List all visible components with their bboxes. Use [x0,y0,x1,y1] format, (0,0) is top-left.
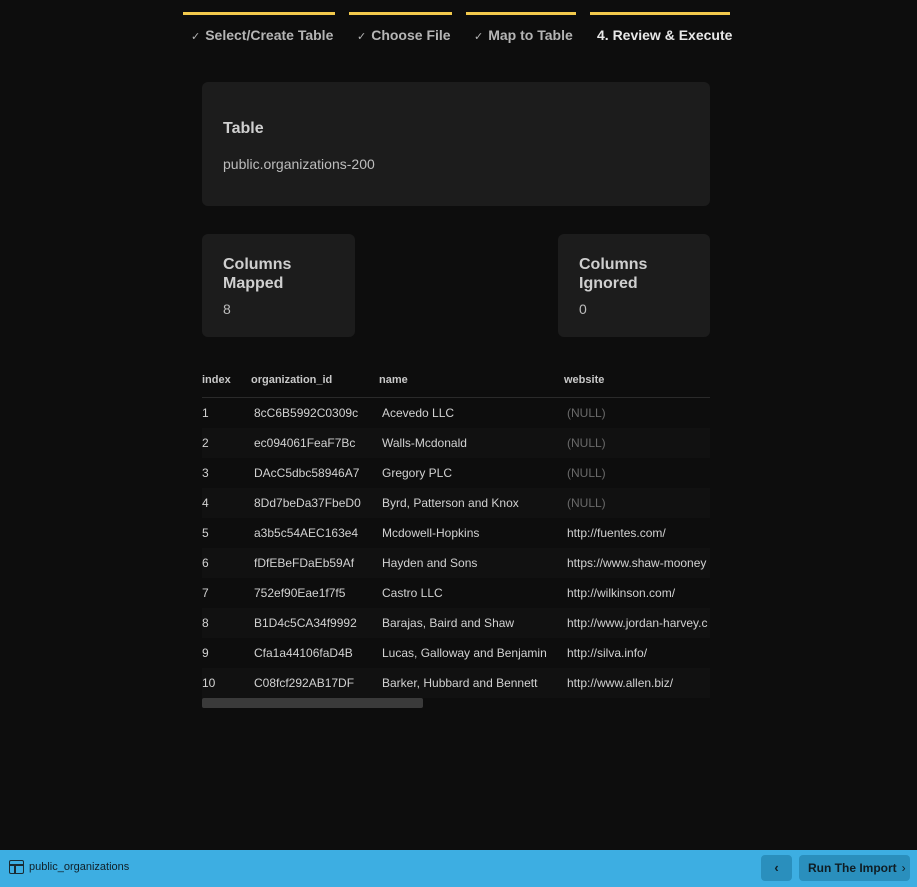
cell-website: (NULL) [567,466,606,480]
cell-name: Gregory PLC [382,466,453,480]
cell-name: Walls-Mcdonald [382,436,467,450]
column-header-organization-id[interactable]: organization_id [251,374,332,386]
cell-organization-id: 8Dd7beDa37FbeD0 [254,496,361,510]
column-header-website[interactable]: website [564,374,604,386]
cell-website: (NULL) [567,406,606,420]
table-row[interactable]: 5 a3b5c54AEC163e4 Mcdowell-Hopkins http://f… [202,518,710,548]
chevron-left-icon: ‹ [774,860,779,875]
horizontal-scrollbar[interactable] [202,698,423,708]
table-body: 1 8cC6B5992C0309c Acevedo LLC (NULL) 2 ec0940… [202,398,710,698]
cell-index: 8 [202,616,209,630]
cell-index: 4 [202,496,209,510]
cell-organization-id: Cfa1a44106faD4B [254,646,353,660]
cell-website: (NULL) [567,436,606,450]
chevron-right-icon: › [901,861,906,875]
table-icon [9,860,24,874]
cell-organization-id: a3b5c54AEC163e4 [254,526,359,540]
cell-website: https://www.shaw-mooney [567,556,707,570]
cell-index: 5 [202,526,209,540]
cell-organization-id: 8cC6B5992C0309c [254,406,359,420]
table-header-row: index organization_id name website [202,364,710,398]
step-label: Select/Create Table [205,27,334,43]
table-row[interactable]: 9 Cfa1a44106faD4B Lucas, Galloway and Benj… [202,638,710,668]
columns-ignored-title: Columns Ignored [579,256,648,292]
table-card-value: public.organizations-200 [223,156,375,172]
columns-mapped-title: Columns Mapped [223,256,292,292]
cell-name: Lucas, Galloway and Benjamin [382,646,547,660]
columns-mapped-card: Columns Mapped 8 [202,234,355,337]
cell-website: http://fuentes.com/ [567,526,666,540]
cell-organization-id: DAcC5dbc58946A7 [254,466,360,480]
table-row[interactable]: 7 752ef90Eae1f7f5 Castro LLC http://wilkins… [202,578,710,608]
cell-organization-id: 752ef90Eae1f7f5 [254,586,346,600]
back-button[interactable]: ‹ [761,855,792,881]
columns-ignored-card: Columns Ignored 0 [558,234,710,337]
step-review-execute[interactable]: 4. Review & Execute [590,12,733,46]
cell-website: http://wilkinson.com/ [567,586,676,600]
cell-organization-id: C08fcf292AB17DF [254,676,355,690]
step-label: Choose File [371,27,451,43]
cell-index: 7 [202,586,209,600]
columns-mapped-value: 8 [223,301,231,317]
table-row[interactable]: 8 B1D4c5CA34f9992 Barajas, Baird and Shaw h… [202,608,710,638]
table-row[interactable]: 2 ec094061FeaF7Bc Walls-Mcdonald (NULL) [202,428,710,458]
run-import-label: Run The Import [808,861,897,875]
cell-website: (NULL) [567,496,606,510]
cell-organization-id: B1D4c5CA34f9992 [254,616,357,630]
cell-name: Byrd, Patterson and Knox [382,496,519,510]
cell-name: Mcdowell-Hopkins [382,526,480,540]
column-header-index[interactable]: index [202,374,231,386]
step-label: 4. Review & Execute [597,27,733,43]
cell-name: Barker, Hubbard and Bennett [382,676,538,690]
cell-index: 2 [202,436,209,450]
table-card-title: Table [223,120,264,137]
cell-website: http://www.jordan-harvey.c [567,616,708,630]
table-row[interactable]: 3 DAcC5dbc58946A7 Gregory PLC (NULL) [202,458,710,488]
check-icon: ✓ [191,31,201,43]
footer-table-name: public_organizations [29,861,130,873]
table-summary-card: Table public.organizations-200 [202,82,710,206]
cell-index: 10 [202,676,216,690]
cell-website: http://silva.info/ [567,646,648,660]
column-header-name[interactable]: name [379,374,408,386]
cell-name: Hayden and Sons [382,556,478,570]
run-import-button[interactable]: Run The Import › [799,855,910,881]
check-icon: ✓ [357,31,367,43]
import-stepper: ✓ Select/Create Table ✓ Choose File ✓ Map t… [0,12,917,52]
cell-organization-id: ec094061FeaF7Bc [254,436,356,450]
cell-organization-id: fDfEBeFDaEb59Af [254,556,355,570]
table-row[interactable]: 6 fDfEBeFDaEb59Af Hayden and Sons https://w… [202,548,710,578]
columns-ignored-value: 0 [579,301,587,317]
cell-name: Barajas, Baird and Shaw [382,616,515,630]
step-label: Map to Table [488,27,573,43]
cell-name: Castro LLC [382,586,443,600]
table-row[interactable]: 10 C08fcf292AB17DF Barker, Hubbard and Ben… [202,668,710,698]
step-choose-file[interactable]: ✓ Choose File [349,12,452,46]
table-row[interactable]: 1 8cC6B5992C0309c Acevedo LLC (NULL) [202,398,710,428]
check-icon: ✓ [474,31,484,43]
cell-name: Acevedo LLC [382,406,455,420]
preview-table[interactable]: index organization_id name website 1 8cC6… [202,364,710,698]
cell-index: 9 [202,646,209,660]
cell-index: 3 [202,466,209,480]
table-row[interactable]: 4 8Dd7beDa37FbeD0 Byrd, Patterson and Knox… [202,488,710,518]
cell-website: http://www.allen.biz/ [567,676,674,690]
step-map-to-table[interactable]: ✓ Map to Table [466,12,576,46]
step-select-create-table[interactable]: ✓ Select/Create Table [183,12,335,46]
cell-index: 1 [202,406,209,420]
cell-index: 6 [202,556,209,570]
